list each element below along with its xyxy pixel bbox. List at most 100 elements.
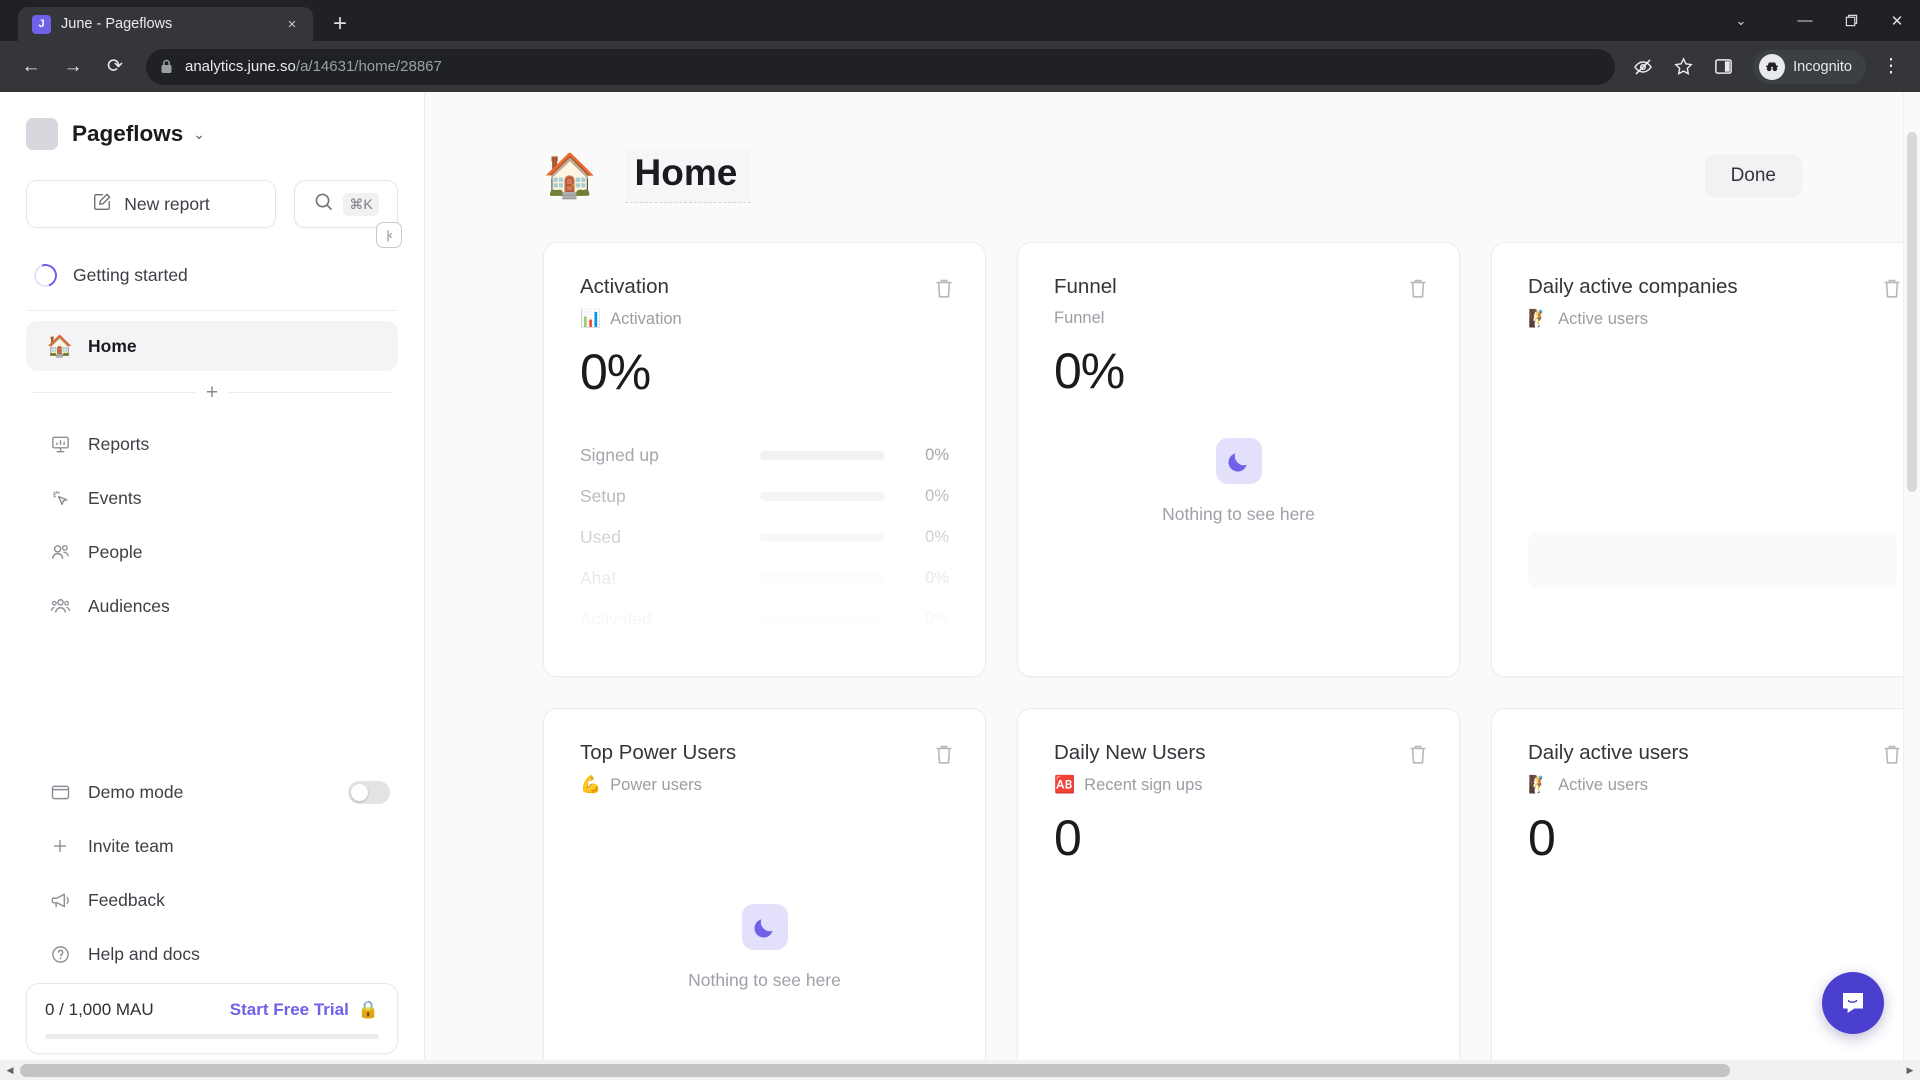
collapse-sidebar-button[interactable]: |‹	[376, 222, 402, 248]
demo-mode-toggle[interactable]	[348, 780, 390, 804]
plus-icon[interactable]: +	[206, 382, 218, 403]
funnel-step-percent: 0%	[925, 446, 949, 464]
card-subtitle-label: Active users	[1558, 309, 1649, 328]
browser-tab[interactable]: J June - Pageflows ×	[18, 7, 313, 41]
delete-card-icon[interactable]	[1881, 277, 1903, 301]
scroll-right-icon[interactable]: ▶	[1900, 1060, 1920, 1080]
page-title[interactable]: Home	[624, 149, 752, 203]
funnel-step-percent: 0%	[925, 528, 949, 546]
funnel-step-row: Setup 0%	[580, 476, 949, 517]
maximize-icon[interactable]	[1828, 0, 1874, 41]
url-text: analytics.june.so/a/14631/home/28867	[185, 58, 442, 75]
card-daily-new-users[interactable]: Daily New Users 🆎 Recent sign ups 0	[1017, 708, 1460, 1080]
reload-icon[interactable]: ⟳	[96, 48, 134, 86]
card-funnel[interactable]: Funnel Funnel 0% Nothing to see here	[1017, 242, 1460, 677]
empty-state-text: Nothing to see here	[688, 969, 841, 990]
tracking-protection-off-icon[interactable]	[1625, 49, 1661, 85]
card-daily-active-companies[interactable]: Daily active companies 🧗 Active users	[1491, 242, 1920, 677]
sidebar-item-people[interactable]: People	[26, 527, 398, 577]
user-group-icon	[48, 594, 72, 618]
sidebar-item-audiences[interactable]: Audiences	[26, 581, 398, 631]
new-report-button[interactable]: New report	[26, 180, 276, 228]
card-title: Funnel	[1054, 275, 1117, 298]
back-icon[interactable]: ←	[12, 48, 50, 86]
url-host: analytics.june.so	[185, 58, 296, 75]
users-icon	[48, 540, 72, 564]
delete-card-icon[interactable]	[933, 277, 955, 301]
side-panel-icon[interactable]	[1705, 49, 1741, 85]
new-tab-button[interactable]: +	[323, 7, 357, 41]
scrollbar-thumb[interactable]	[20, 1064, 1730, 1077]
mau-count-label: 0 / 1,000 MAU	[45, 1000, 154, 1019]
close-icon[interactable]: ×	[281, 13, 303, 35]
messenger-icon	[1843, 993, 1863, 1013]
empty-state: Nothing to see here	[544, 903, 985, 991]
question-circle-icon	[48, 942, 72, 966]
card-subtitle: 🧗 Active users	[1528, 309, 1897, 329]
browser-menu-icon[interactable]: ⋮	[1874, 50, 1908, 84]
rule-left	[32, 391, 196, 393]
scrollbar-track[interactable]	[20, 1060, 1900, 1080]
card-subtitle-label: Activation	[610, 309, 682, 328]
card-title: Activation	[580, 275, 669, 298]
search-shortcut-kbd: ⌘K	[343, 192, 379, 216]
sidebar-item-label: Demo mode	[88, 781, 184, 802]
card-subtitle-label: Active users	[1558, 775, 1649, 794]
sidebar-item-demo-mode[interactable]: Demo mode	[26, 767, 398, 817]
card-activation[interactable]: Activation 📊 Activation 0% Signed up 0% …	[543, 242, 986, 677]
page-header: 🏠 Home Done	[543, 138, 1920, 214]
chevron-down-icon[interactable]: ⌄	[1718, 0, 1764, 41]
card-title: Top Power Users	[580, 741, 737, 764]
card-top-power-users[interactable]: Top Power Users 💪 Power users Nothing to…	[543, 708, 986, 1080]
getting-started-label: Getting started	[73, 264, 188, 285]
sidebar-item-events[interactable]: Events	[26, 473, 398, 523]
sidebar-item-help-and-docs[interactable]: Help and docs	[26, 929, 398, 979]
forward-icon[interactable]: →	[54, 48, 92, 86]
sidebar-item-invite-team[interactable]: Invite team	[26, 821, 398, 871]
sidebar-item-reports[interactable]: Reports	[26, 419, 398, 469]
tab-strip: J June - Pageflows × + ⌄ — ✕	[0, 0, 1920, 41]
card-value: 0%	[1054, 343, 1125, 399]
horizontal-scrollbar[interactable]: ◀ ▶	[0, 1060, 1920, 1080]
intercom-messenger-button[interactable]	[1822, 972, 1884, 1034]
card-subtitle: 📊 Activation	[580, 309, 949, 329]
workspace-switcher[interactable]: Pageflows ⌄	[26, 92, 398, 168]
sidebar-item-home[interactable]: 🏠 Home	[26, 321, 398, 371]
funnel-step-list: Signed up 0% Setup 0% Used 0% Aha! 0% Ac…	[544, 435, 985, 676]
funnel-step-bar	[760, 615, 885, 624]
vertical-scrollbar[interactable]	[1903, 92, 1920, 1060]
delete-card-icon[interactable]	[1407, 743, 1429, 767]
sidebar-item-getting-started[interactable]: Getting started	[26, 246, 398, 304]
sidebar-actions: New report ⌘K	[26, 180, 398, 228]
empty-state-text: Nothing to see here	[1162, 503, 1315, 524]
close-window-icon[interactable]: ✕	[1874, 0, 1920, 41]
plus-icon	[48, 834, 72, 858]
bookmark-star-icon[interactable]	[1665, 49, 1701, 85]
cursor-click-icon	[48, 486, 72, 510]
funnel-step-label: Used	[580, 527, 621, 547]
delete-card-icon[interactable]	[1881, 743, 1903, 767]
start-free-trial-button[interactable]: Start Free Trial 🔒	[230, 1000, 379, 1020]
house-icon[interactable]: 🏠	[543, 154, 597, 198]
delete-card-icon[interactable]	[933, 743, 955, 767]
funnel-step-label: Signed up	[580, 445, 659, 465]
profile-incognito-chip[interactable]: Incognito	[1753, 49, 1866, 84]
minimize-icon[interactable]: —	[1782, 0, 1828, 41]
sidebar-item-feedback[interactable]: Feedback	[26, 875, 398, 925]
card-title: Daily active companies	[1528, 275, 1738, 298]
tab-title: June - Pageflows	[61, 16, 173, 32]
done-button[interactable]: Done	[1704, 154, 1802, 198]
funnel-step-bar	[760, 533, 885, 542]
scrollbar-thumb	[1907, 132, 1917, 492]
search-button[interactable]: ⌘K	[294, 180, 398, 228]
add-home-row[interactable]: +	[26, 375, 398, 409]
card-title: Daily New Users	[1054, 741, 1206, 764]
page-viewport: Pageflows ⌄ |‹ New report ⌘K Getting sta…	[0, 92, 1920, 1080]
address-bar[interactable]: analytics.june.so/a/14631/home/28867	[146, 48, 1616, 85]
funnel-step-percent: 0%	[925, 610, 949, 628]
delete-card-icon[interactable]	[1407, 277, 1429, 301]
scroll-left-icon[interactable]: ◀	[0, 1060, 20, 1080]
sidebar-item-label: Home	[88, 335, 137, 356]
workspace-name: Pageflows	[72, 121, 184, 146]
card-subtitle: 🆎 Recent sign ups	[1054, 775, 1423, 795]
